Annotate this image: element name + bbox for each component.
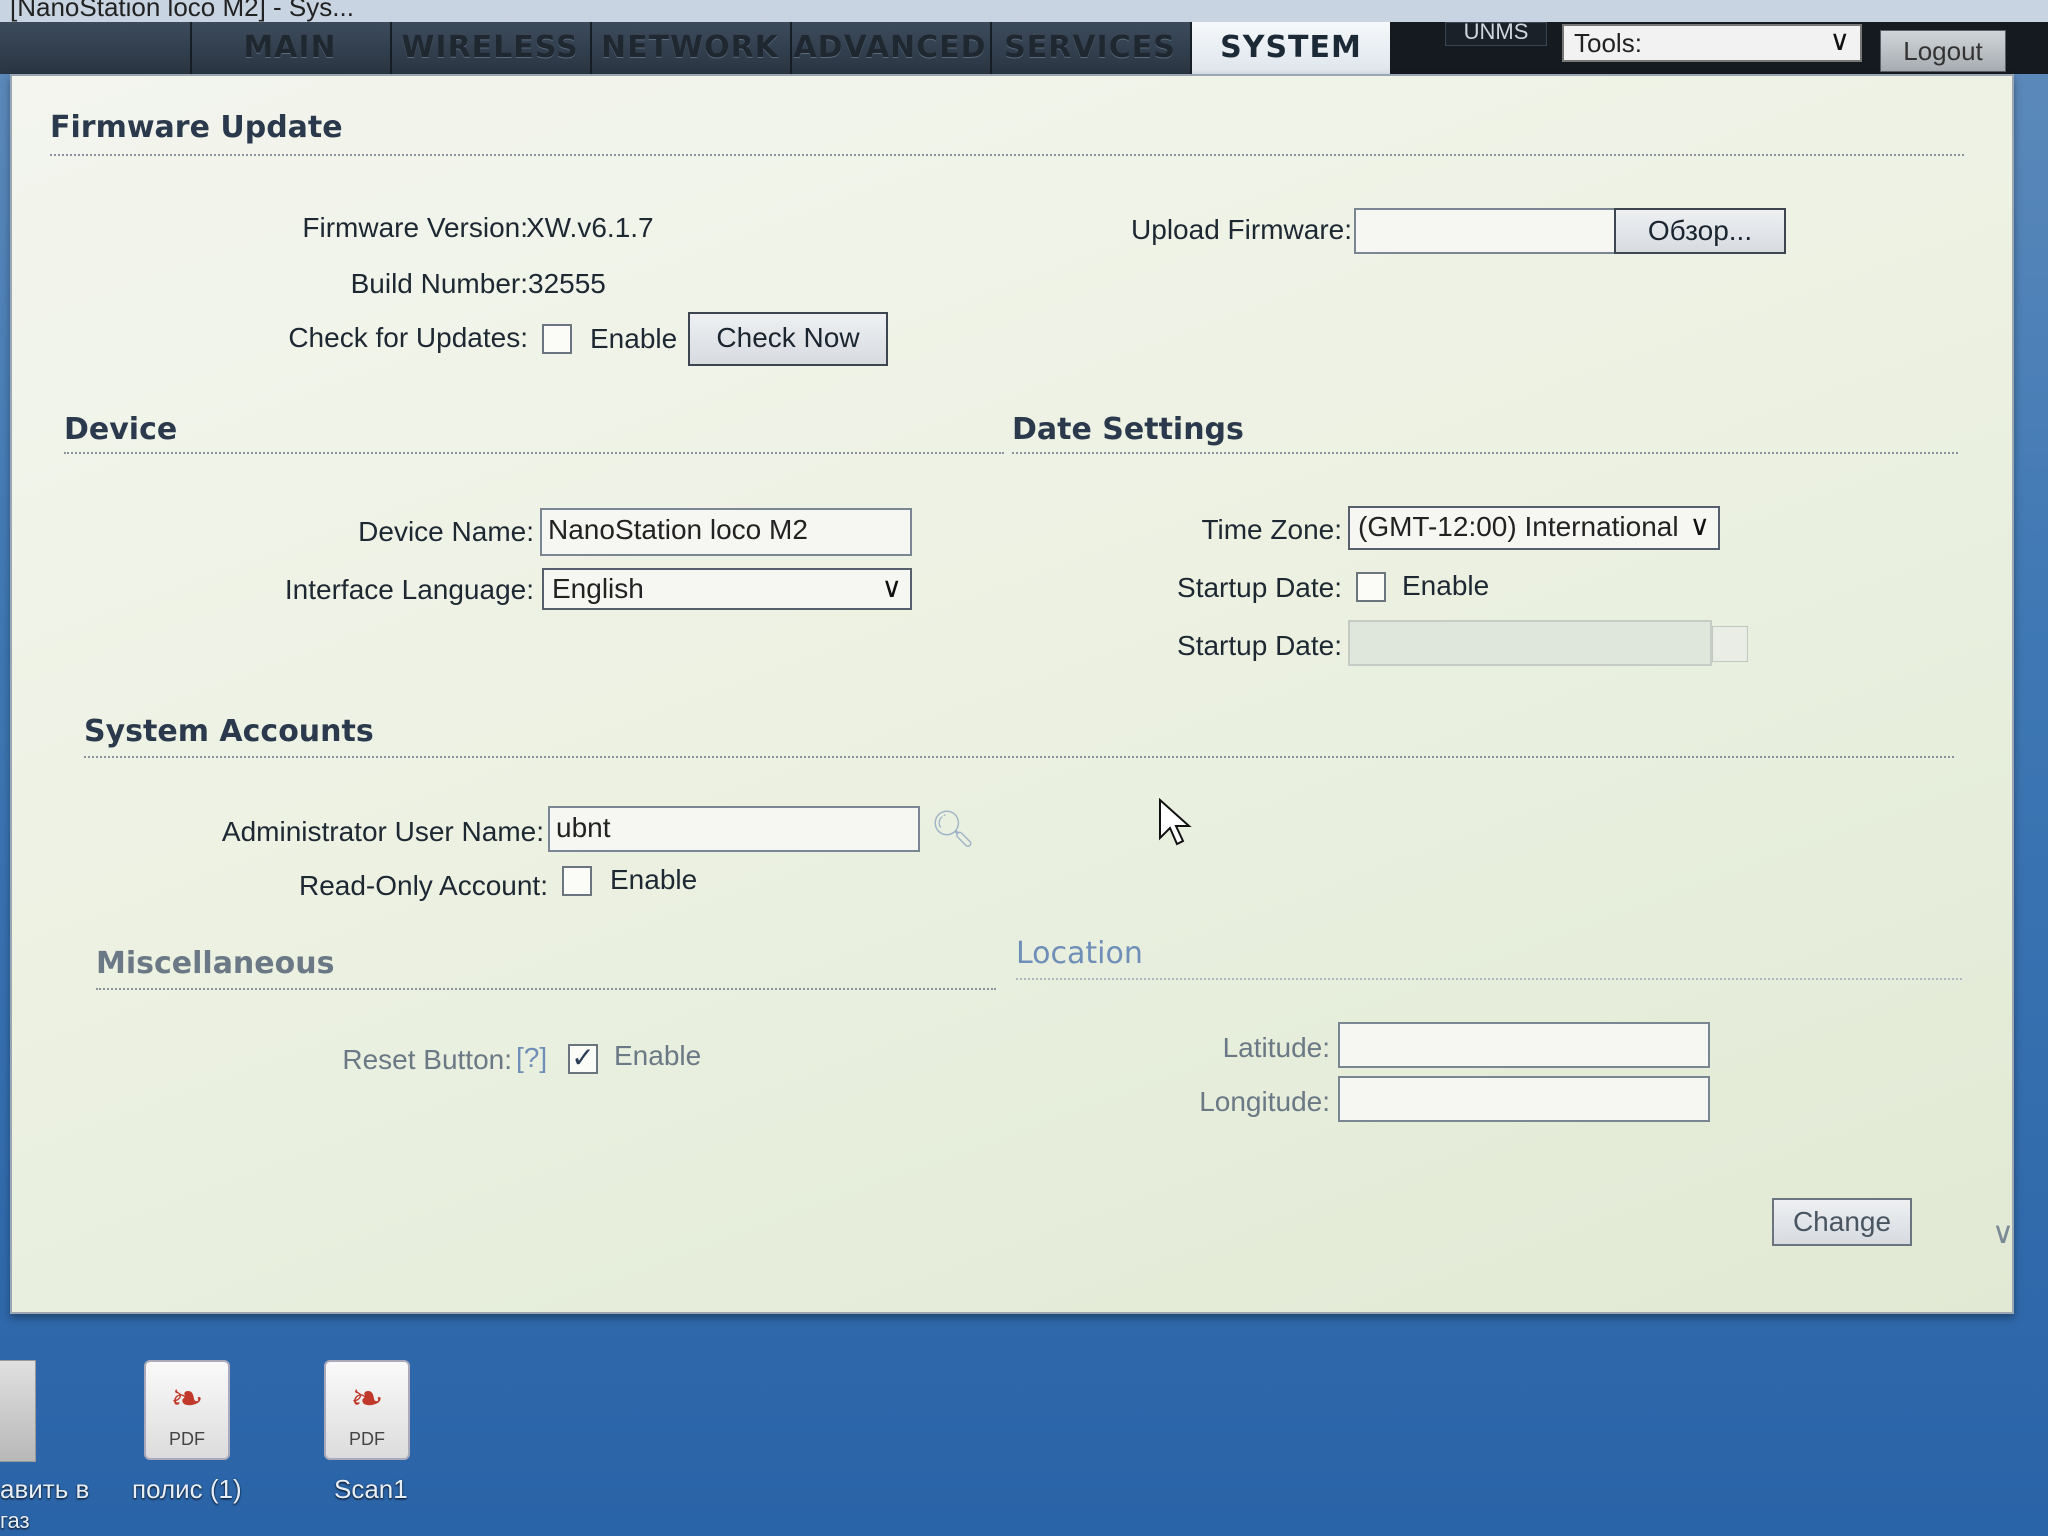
pdf-file-icon[interactable]: ❧ PDF <box>324 1360 410 1460</box>
time-zone-label: Time Zone: <box>1201 514 1342 545</box>
system-accounts-section-title: System Accounts <box>84 714 374 749</box>
logo-area[interactable] <box>0 22 192 74</box>
date-settings-divider <box>1012 452 1958 454</box>
tab-main[interactable]: MAIN <box>190 22 392 74</box>
read-only-account-label: Read-Only Account: <box>298 870 548 901</box>
tab-wireless[interactable]: WIRELESS <box>390 22 592 74</box>
tab-services[interactable]: SERVICES <box>990 22 1192 74</box>
time-zone-value: (GMT-12:00) International <box>1358 511 1679 542</box>
firmware-section-title: Firmware Update <box>50 110 343 145</box>
tab-advanced[interactable]: ADVANCED <box>790 22 992 74</box>
acrobat-icon: ❧ <box>350 1377 384 1421</box>
device-name-label: Device Name: <box>358 516 534 547</box>
browse-button[interactable]: Обзор... <box>1614 208 1786 254</box>
desktop-icon-label: Scan1 <box>334 1474 408 1504</box>
miscellaneous-divider <box>96 988 996 990</box>
interface-language-label: Interface Language: <box>284 574 534 605</box>
desktop-icon-label: полис (1) <box>132 1474 242 1504</box>
firmware-divider <box>50 154 1964 156</box>
tools-select[interactable]: Tools: ∨ <box>1562 24 1862 62</box>
system-settings-panel: Firmware Update Firmware Version: XW.v6.… <box>10 74 2014 1314</box>
build-number-label: Build Number: <box>350 268 528 299</box>
reset-button-checkbox[interactable]: ✓ <box>568 1044 598 1074</box>
desktop-label-left: авить в <box>0 1474 90 1504</box>
folder-icon[interactable] <box>0 1360 36 1462</box>
upload-firmware-field[interactable] <box>1354 208 1616 254</box>
pdf-badge: PDF <box>349 1429 385 1449</box>
chevron-down-icon: ∨ <box>1829 25 1851 56</box>
firmware-version-label: Firmware Version: <box>302 212 528 243</box>
upload-firmware-label: Upload Firmware: <box>1131 214 1352 245</box>
firmware-version-value: XW.v6.1.7 <box>526 212 654 243</box>
window-title-bar: [NanoStation loco M2] - Sys... <box>0 0 2048 23</box>
startup-date-input <box>1348 620 1712 666</box>
longitude-input[interactable] <box>1338 1076 1710 1122</box>
tab-network[interactable]: NETWORK <box>590 22 792 74</box>
miscellaneous-section-title: Miscellaneous <box>96 946 335 981</box>
check-updates-label: Check for Updates: <box>288 322 528 353</box>
interface-language-select[interactable]: English ∨ <box>542 568 912 610</box>
location-section-title: Location <box>1016 936 1143 971</box>
pdf-badge: PDF <box>169 1429 205 1449</box>
location-divider <box>1016 978 1962 980</box>
read-only-account-enable-text: Enable <box>610 864 698 895</box>
logout-button[interactable]: Logout <box>1880 30 2006 72</box>
device-name-input[interactable]: NanoStation loco M2 <box>540 508 912 556</box>
admin-user-name-label: Administrator User Name: <box>221 816 544 847</box>
change-button[interactable]: Change <box>1772 1198 1912 1246</box>
check-updates-enable-label: Enable <box>590 323 678 354</box>
check-now-button[interactable]: Check Now <box>688 312 888 366</box>
admin-user-name-input[interactable]: ubnt <box>548 806 920 852</box>
device-section-title: Device <box>64 412 178 447</box>
tools-select-value: Tools: <box>1574 28 1642 58</box>
latitude-input[interactable] <box>1338 1022 1710 1068</box>
acrobat-icon: ❧ <box>170 1377 204 1421</box>
reset-button-label: Reset Button: <box>342 1044 512 1075</box>
startup-date-checkbox[interactable] <box>1356 572 1386 602</box>
longitude-label: Longitude: <box>1199 1086 1330 1117</box>
reset-button-enable-text: Enable <box>614 1040 702 1071</box>
startup-date-enable-text: Enable <box>1402 570 1490 601</box>
scroll-down-chevron-icon[interactable]: ∨ <box>1992 1216 2014 1251</box>
system-accounts-divider <box>84 756 1954 758</box>
check-updates-checkbox[interactable] <box>542 324 572 354</box>
startup-date-enable-label: Startup Date: <box>1177 572 1342 603</box>
tab-system[interactable]: SYSTEM <box>1192 22 1392 74</box>
desktop-label-left-2: газ <box>0 1508 30 1533</box>
startup-date-label: Startup Date: <box>1177 630 1342 661</box>
latitude-label: Latitude: <box>1222 1032 1330 1063</box>
mouse-cursor-icon <box>1159 798 1192 846</box>
calendar-icon <box>1712 626 1748 662</box>
device-divider <box>64 452 1004 454</box>
magnifier-icon[interactable]: 🔍︎ <box>930 808 976 850</box>
build-number-value: 32555 <box>528 268 606 299</box>
read-only-account-checkbox[interactable] <box>562 866 592 896</box>
time-zone-select[interactable]: (GMT-12:00) International ∨ <box>1348 506 1720 550</box>
pdf-file-icon[interactable]: ❧ PDF <box>144 1360 230 1460</box>
window-title: [NanoStation loco M2] - Sys... <box>10 0 354 22</box>
interface-language-value: English <box>552 573 644 604</box>
date-settings-section-title: Date Settings <box>1012 412 1244 447</box>
chevron-down-icon: ∨ <box>1685 508 1710 545</box>
chevron-down-icon: ∨ <box>881 572 903 603</box>
reset-button-help-link[interactable]: [?] <box>516 1042 547 1074</box>
unms-button[interactable]: UNMS <box>1445 21 1547 46</box>
